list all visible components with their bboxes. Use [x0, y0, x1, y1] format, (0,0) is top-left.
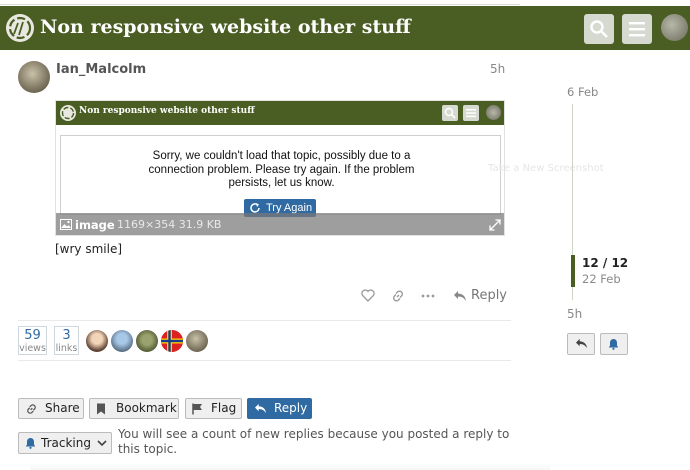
search-icon [590, 20, 608, 38]
site-logo-icon[interactable] [6, 14, 34, 42]
flag-icon [192, 403, 202, 415]
participant-avatar[interactable] [186, 330, 208, 352]
embed-logo-icon [60, 105, 76, 121]
search-button[interactable] [584, 14, 614, 44]
like-heart-icon[interactable] [361, 289, 375, 302]
timeline-reply-button[interactable] [567, 333, 595, 355]
notification-reason-text: You will see a count of new replies beca… [118, 427, 510, 456]
timeline-last-age[interactable]: 5h [567, 307, 582, 321]
current-user-avatar[interactable] [661, 14, 688, 41]
chevron-down-icon [97, 440, 107, 447]
copy-link-icon[interactable] [391, 289, 405, 303]
embed-header: Non responsive website other stuff [56, 101, 504, 125]
post-divider [18, 320, 511, 321]
links-stat[interactable]: 3 links [54, 326, 79, 355]
links-count: 3 [62, 328, 71, 343]
image-meta-bar: image 1169×354 31.9 KB [56, 213, 504, 235]
embed-error-message: Sorry, we couldn't load that topic, poss… [148, 150, 415, 189]
link-icon [27, 404, 36, 414]
post-username[interactable]: Ian_Malcolm [56, 62, 146, 77]
image-dimensions: 1169×354 31.9 KB [117, 218, 222, 231]
footer-reply-label: Reply [274, 401, 308, 415]
embed-menu-icon [463, 105, 479, 121]
site-header: Non responsive website other stuff [0, 6, 690, 50]
bottom-fade [30, 464, 550, 470]
tracking-label: Tracking [41, 436, 91, 450]
views-label: views [19, 343, 46, 354]
stats-divider [18, 360, 511, 361]
timeline-current-date: 22 Feb [582, 272, 621, 286]
site-title[interactable]: Non responsive website other stuff [40, 16, 411, 38]
bookmark-button[interactable]: Bookmark [89, 398, 179, 419]
post-author-avatar[interactable] [18, 61, 50, 93]
share-button[interactable]: Share [18, 398, 84, 419]
reply-arrow-icon [454, 291, 466, 301]
flag-button[interactable]: Flag [185, 398, 242, 419]
image-icon [60, 219, 72, 230]
reply-arrow-icon [255, 403, 266, 414]
hamburger-menu-icon [629, 22, 645, 37]
post-age[interactable]: 5h [490, 62, 505, 76]
more-options-icon[interactable] [421, 294, 435, 298]
share-label: Share [45, 401, 80, 415]
bookmark-icon [97, 403, 105, 415]
views-count: 59 [24, 328, 41, 343]
timeline-notification-button[interactable] [600, 333, 628, 355]
reply-arrow-icon [576, 338, 587, 349]
post-reply-label: Reply [471, 288, 508, 303]
views-stat: 59 views [18, 326, 47, 355]
timeline-start-date[interactable]: 6 Feb [567, 85, 598, 99]
timeline-scroll-handle[interactable] [571, 255, 575, 287]
post-body-text: [wry smile] [55, 242, 123, 256]
participant-avatar-flag[interactable] [161, 330, 183, 352]
bell-icon [608, 339, 619, 350]
embedded-screenshot-image[interactable]: Non responsive website other stuff Sorry… [55, 100, 505, 236]
footer-reply-button[interactable]: Reply [247, 398, 312, 419]
embed-title: Non responsive website other stuff [79, 106, 255, 116]
participant-avatar[interactable] [136, 330, 158, 352]
menu-button[interactable] [622, 14, 652, 44]
top-divider [0, 4, 520, 5]
participant-avatar[interactable] [111, 330, 133, 352]
links-label: links [55, 343, 78, 354]
participant-avatar[interactable] [86, 330, 108, 352]
image-label: image [75, 218, 115, 232]
tracking-dropdown[interactable]: Tracking [18, 432, 112, 454]
embed-search-icon [442, 105, 458, 121]
bell-icon [25, 438, 36, 449]
bookmark-label: Bookmark [116, 401, 177, 415]
flag-label: Flag [211, 401, 237, 415]
timeline-position: 12 / 12 [582, 256, 629, 270]
embed-avatar [486, 105, 501, 120]
faded-background-text: Take a New Screenshot [488, 163, 604, 174]
expand-icon[interactable] [489, 219, 501, 231]
